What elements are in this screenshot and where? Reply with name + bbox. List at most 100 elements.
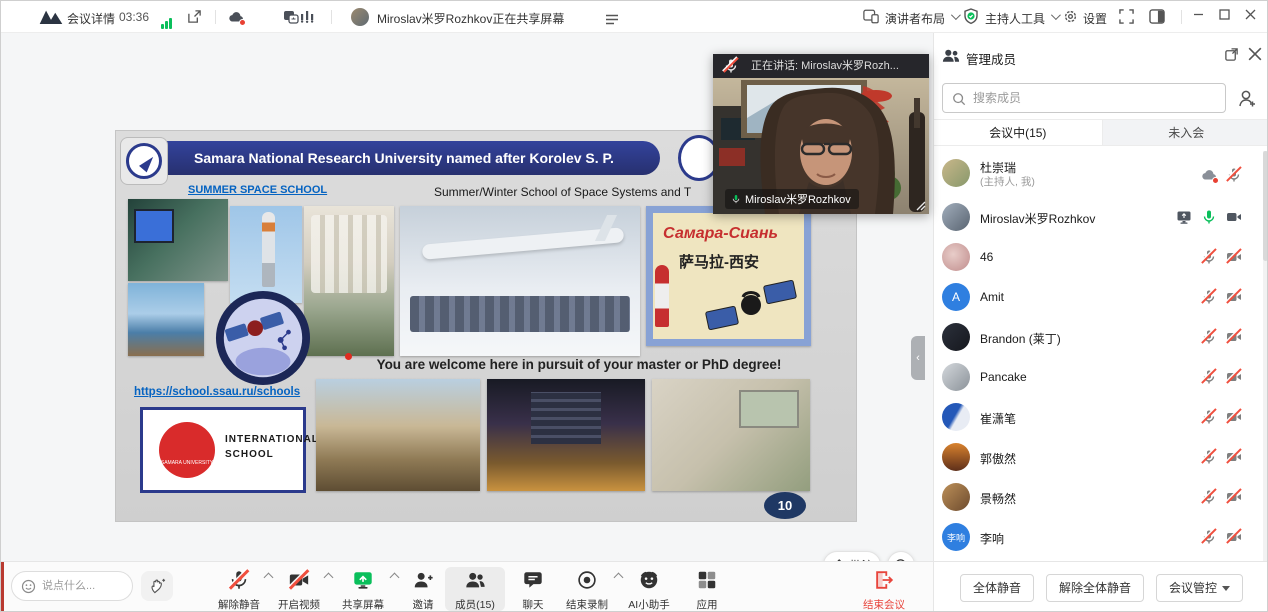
member-search-input[interactable] xyxy=(973,85,1221,111)
member-row[interactable]: 崔潇笔 xyxy=(934,397,1264,437)
screen-sharing-icon[interactable] xyxy=(1176,209,1192,225)
camera-muted-icon xyxy=(288,569,310,591)
member-row[interactable]: 46 xyxy=(934,237,1264,277)
stop-recording-button[interactable]: 结束录制 xyxy=(557,567,617,611)
mic-on-icon[interactable] xyxy=(1201,209,1217,225)
close-button[interactable] xyxy=(1241,8,1259,26)
camera-muted-icon[interactable] xyxy=(1226,529,1242,545)
resize-grip-icon[interactable] xyxy=(914,199,926,211)
camera-muted-icon[interactable] xyxy=(1226,249,1242,265)
tab-in-meeting[interactable]: 会议中(15) xyxy=(934,120,1103,145)
cake-rocket-drawing xyxy=(655,265,669,327)
member-name: Brandon (莱丁) xyxy=(980,330,1061,347)
mic-muted-icon[interactable] xyxy=(1226,167,1242,183)
photo-riverside xyxy=(128,283,204,356)
end-meeting-label: 结束会议 xyxy=(853,597,915,612)
member-row[interactable]: 李响 李响 xyxy=(934,517,1264,557)
captions-icon[interactable] xyxy=(283,9,299,25)
invite-label: 邀请 xyxy=(393,597,453,612)
fullscreen-icon[interactable] xyxy=(1119,9,1134,29)
meeting-details-button[interactable]: 会议详情 xyxy=(67,10,115,27)
mic-muted-icon[interactable] xyxy=(1201,329,1217,345)
camera-muted-icon[interactable] xyxy=(1226,449,1242,465)
invite-button[interactable]: 邀请 xyxy=(393,567,453,611)
mic-muted-icon[interactable] xyxy=(1201,449,1217,465)
member-row[interactable]: Brandon (莱丁) xyxy=(934,317,1264,357)
member-row[interactable]: Miroslav米罗Rozhkov xyxy=(934,197,1264,237)
maximize-button[interactable] xyxy=(1215,8,1233,26)
mic-muted-icon[interactable] xyxy=(1201,369,1217,385)
quick-chat-box[interactable] xyxy=(11,571,133,601)
minimize-button[interactable] xyxy=(1189,8,1207,26)
ai-assistant-button[interactable]: AI小助手 xyxy=(619,567,679,611)
mic-muted-icon[interactable] xyxy=(1201,489,1217,505)
floating-video-window[interactable]: 正在讲话: Miroslav米罗Rozh... xyxy=(713,54,929,214)
mic-muted-icon[interactable] xyxy=(1201,289,1217,305)
camera-muted-icon[interactable] xyxy=(1226,289,1242,305)
scrollbar-thumb[interactable] xyxy=(1263,151,1268,261)
panel-collapse-handle[interactable]: ‹ xyxy=(911,336,925,380)
add-member-icon[interactable] xyxy=(1237,89,1257,113)
raise-hand-button[interactable] xyxy=(141,571,173,601)
quick-chat-input[interactable] xyxy=(42,573,128,599)
camera-muted-icon[interactable] xyxy=(1226,489,1242,505)
members-icon xyxy=(464,569,486,591)
camera-on-icon[interactable] xyxy=(1226,209,1242,225)
camera-muted-icon[interactable] xyxy=(1226,409,1242,425)
video-name-tag: Miroslav米罗Rozhkov xyxy=(725,189,859,209)
member-search-box[interactable] xyxy=(942,83,1226,113)
apps-button[interactable]: 应用 xyxy=(677,567,737,611)
dropdown-arrow-icon xyxy=(1222,586,1230,591)
member-row[interactable]: 郭傲然 xyxy=(934,437,1264,477)
unmute-button[interactable]: 解除静音 xyxy=(209,567,269,611)
panel-close-icon[interactable] xyxy=(1248,47,1262,66)
unmute-all-button[interactable]: 解除全体静音 xyxy=(1046,574,1144,602)
welcome-text: You are welcome here in pursuit of your … xyxy=(338,357,820,372)
avatar: A xyxy=(942,283,970,311)
pop-out-icon[interactable] xyxy=(187,9,202,24)
member-row[interactable]: 景畅然 xyxy=(934,477,1264,517)
sharing-list-icon[interactable] xyxy=(605,12,619,30)
member-name: Pancake xyxy=(980,370,1027,384)
audio-settings-icon[interactable] xyxy=(299,10,315,29)
member-row[interactable]: 杜崇瑞 (主持人, 我) xyxy=(934,153,1264,197)
mic-muted-icon[interactable] xyxy=(1201,409,1217,425)
tab-not-joined[interactable]: 未入会 xyxy=(1103,120,1268,145)
members-button[interactable]: 成员(15) xyxy=(445,567,505,611)
speaker-mic-muted-icon xyxy=(723,58,739,74)
cloud-recording-icon[interactable] xyxy=(228,9,244,25)
layout-button[interactable]: 演讲者布局 xyxy=(885,10,945,27)
layout-icon xyxy=(863,9,879,24)
camera-muted-icon[interactable] xyxy=(1226,329,1242,345)
members-label: 成员(15) xyxy=(445,597,505,612)
chat-icon xyxy=(522,569,544,591)
chat-button[interactable]: 聊天 xyxy=(503,567,563,611)
camera-muted-icon[interactable] xyxy=(1226,369,1242,385)
side-panel-icon[interactable] xyxy=(1149,9,1165,29)
members-panel: 管理成员 会议中(15) 未入会 杜崇瑞 (主持人, 我) Miroslav米罗… xyxy=(933,33,1268,561)
member-role: (主持人, 我) xyxy=(980,174,1035,189)
settings-button[interactable]: 设置 xyxy=(1083,10,1107,27)
share-screen-icon xyxy=(352,569,374,591)
samara-university-badge: SAMARA UNIVERSITY xyxy=(159,422,215,478)
member-row[interactable]: Pancake xyxy=(934,357,1264,397)
panel-footer: 全体静音 解除全体静音 会议管控 xyxy=(933,561,1268,612)
end-meeting-button[interactable]: 结束会议 xyxy=(853,567,915,611)
host-tools-button[interactable]: 主持人工具 xyxy=(985,10,1045,27)
start-video-button[interactable]: 开启视频 xyxy=(269,567,329,611)
meeting-control-button[interactable]: 会议管控 xyxy=(1156,574,1243,602)
avatar xyxy=(942,443,970,471)
member-row[interactable]: A Amit xyxy=(934,277,1264,317)
mute-all-button[interactable]: 全体静音 xyxy=(960,574,1034,602)
cloud-recording-icon[interactable] xyxy=(1201,167,1217,183)
panel-popout-icon[interactable] xyxy=(1224,47,1239,67)
video-options-caret[interactable] xyxy=(325,572,333,580)
mic-muted-icon[interactable] xyxy=(1201,249,1217,265)
avatar: 李响 xyxy=(942,523,970,551)
meeting-timer: 03:36 xyxy=(119,10,149,24)
apps-grid-icon xyxy=(696,569,718,591)
photo-group-labcoats xyxy=(304,206,394,356)
mic-muted-icon[interactable] xyxy=(1201,529,1217,545)
intl-text-1: INTERNATIONAL xyxy=(225,434,319,445)
share-screen-button[interactable]: 共享屏幕 xyxy=(333,567,393,611)
